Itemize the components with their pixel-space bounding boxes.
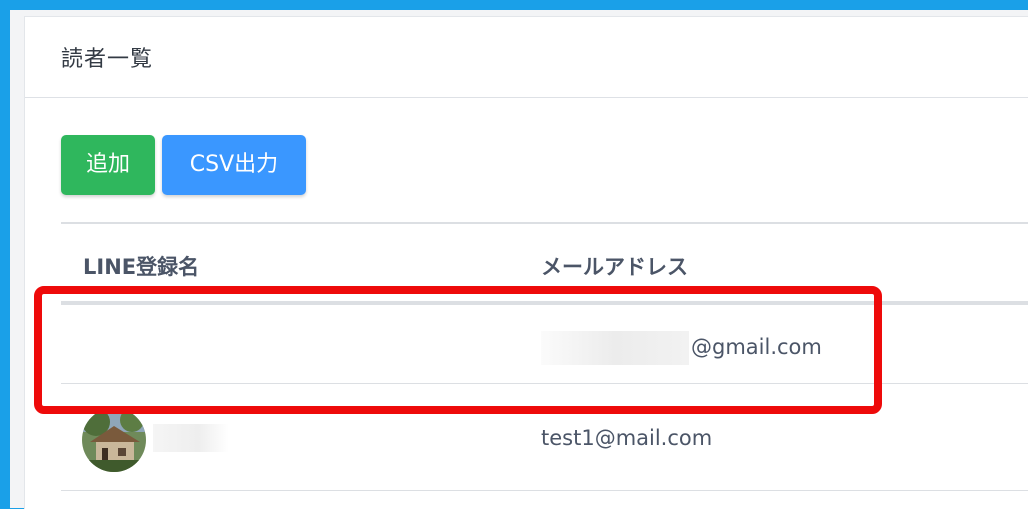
table-row[interactable]: test1@mail.com	[61, 384, 1028, 491]
column-header-email[interactable]: メールアドレス	[541, 251, 688, 281]
reader-list-card: 読者一覧 追加 CSV出力 LINE登録名 メールアドレス @gmail.com…	[24, 16, 1028, 509]
email-suffix: @gmail.com	[691, 335, 822, 359]
column-header-line-name[interactable]: LINE登録名	[83, 251, 199, 281]
redacted-email-mask	[541, 331, 689, 365]
page-title: 読者一覧	[61, 47, 154, 72]
csv-export-button[interactable]: CSV出力	[162, 135, 306, 195]
email-cell: @gmail.com	[541, 331, 822, 365]
avatar	[82, 408, 146, 472]
card-header: 読者一覧	[25, 17, 1028, 98]
avatar-photo-icon	[82, 408, 146, 472]
table-row[interactable]: @gmail.com	[61, 305, 1028, 384]
email-cell: test1@mail.com	[541, 426, 713, 450]
add-button[interactable]: 追加	[61, 135, 155, 195]
redacted-name-mask	[153, 424, 229, 452]
table-top-divider	[61, 222, 1028, 224]
